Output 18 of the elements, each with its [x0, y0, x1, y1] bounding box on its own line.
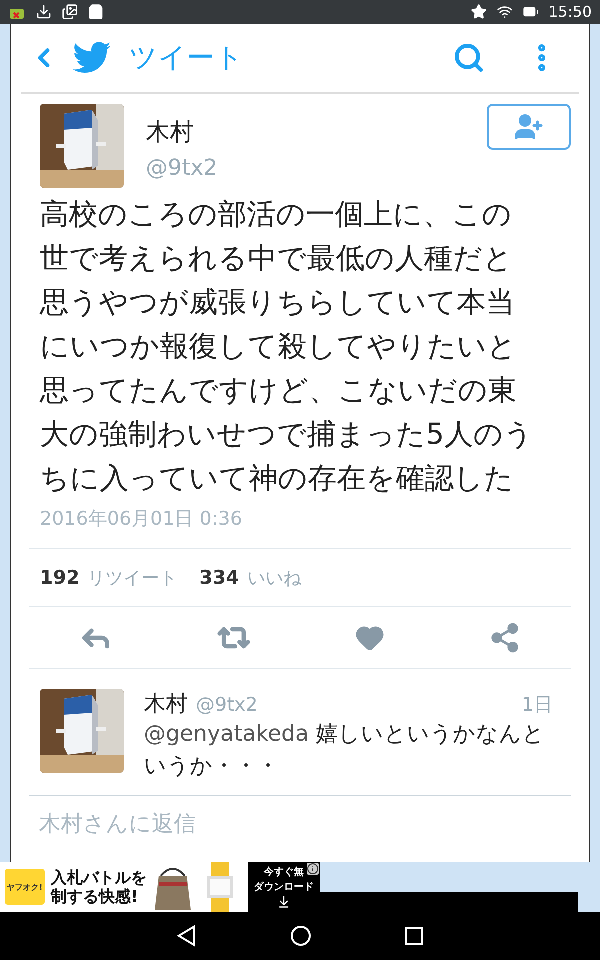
reply-author-handle: @9tx2: [196, 694, 258, 716]
reply-time: 1日: [522, 693, 553, 718]
ad-download-button[interactable]: 今すぐ無 ダウンロード: [248, 862, 320, 912]
author-name: 木村: [146, 117, 195, 148]
page-title: ツイート: [129, 40, 244, 76]
tweet-date: 2016年06月01日 0:36: [39, 507, 244, 532]
stat-label: いいね: [247, 566, 302, 590]
reply-text: @genyatakeda 嬉しいというかなんというか・・・: [144, 721, 546, 781]
ad-text: 入札バトルを 制する快感!: [51, 868, 147, 906]
clock-time: 15:50: [548, 3, 592, 21]
reply-author-name: 木村: [144, 691, 188, 719]
author-handle: @9tx2: [146, 156, 219, 181]
ad-logo: ヤフオク!: [5, 869, 45, 905]
stat-count: 192: [40, 566, 80, 588]
stat-count: 334: [200, 566, 240, 588]
tweet-text: 高校のころの部活の一個上に、この世で考えられる中で最低の人種だと思うやつが威張りちらしていて本当にいつか報復して殺してやりたいと思ってたんですけど、こないだの東大の強制わいせつで捕まった5人のうちに入っていて神の存在を確認した: [38, 196, 534, 497]
stat-label: リツイート: [88, 566, 178, 590]
reply-input-field[interactable]: 木村さんに返信: [29, 795, 571, 841]
